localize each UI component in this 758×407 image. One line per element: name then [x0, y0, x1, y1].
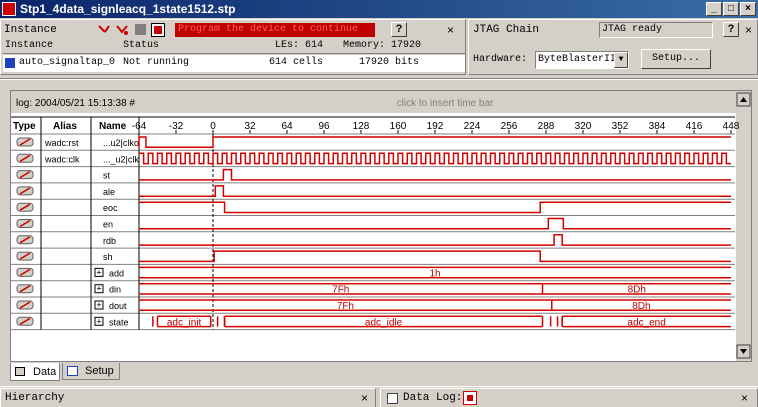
- digital-wave: [139, 250, 731, 263]
- title-bar: Stp1_4data_signleacq_1state1512.stp _ □ …: [0, 0, 758, 18]
- signal-name[interactable]: ...u2|clko: [103, 138, 139, 148]
- tab-bar: Data Setup: [10, 363, 752, 383]
- data-log-checkbox[interactable]: [387, 393, 398, 404]
- data-tab-icon: [15, 367, 25, 376]
- digital-wave: [139, 152, 731, 165]
- run-icon[interactable]: [97, 23, 111, 37]
- tab-setup-label: Setup: [85, 365, 114, 377]
- minimize-icon[interactable]: _: [706, 2, 722, 16]
- log-label: log: 2004/05/21 15:13:38 #: [16, 98, 135, 109]
- instance-row[interactable]: auto_signaltap_0 Not running 614 cells 1…: [3, 55, 465, 72]
- signal-name[interactable]: eoc: [103, 203, 118, 213]
- expand-glyph: +: [96, 300, 101, 310]
- col-les: LEs: 614: [275, 40, 324, 51]
- waveform-panel: log: 2004/05/21 15:13:38 # click to inse…: [10, 90, 752, 362]
- hardware-value: ByteBlasterII: [538, 54, 617, 65]
- bus-value: 7Fh: [337, 301, 354, 312]
- expand-glyph: +: [96, 284, 101, 294]
- bus-value: adc_idle: [365, 317, 403, 328]
- digital-wave: [138, 136, 731, 149]
- jtag-help-button[interactable]: ?: [723, 22, 739, 37]
- digital-wave: [139, 201, 731, 214]
- program-message: Program the device to continue: [175, 23, 375, 37]
- bus-value: 8Dh: [628, 285, 646, 296]
- setup-button[interactable]: Setup...: [641, 49, 711, 69]
- signal-alias: wadc:clk: [44, 154, 80, 164]
- bus-value: 1h: [429, 268, 440, 279]
- data-log-panel: Data Log: ×: [380, 388, 758, 407]
- signal-name[interactable]: st: [103, 171, 111, 181]
- col-memory: Memory: 17920: [343, 40, 422, 51]
- help-button[interactable]: ?: [391, 22, 407, 37]
- signal-alias: wadc:rst: [44, 138, 79, 148]
- instance-status: Not running: [123, 57, 190, 68]
- instance-name: auto_signaltap_0: [19, 57, 116, 68]
- window-title: Stp1_4data_signleacq_1state1512.stp: [20, 2, 236, 16]
- signal-name[interactable]: en: [103, 220, 113, 230]
- tab-data[interactable]: Data: [10, 363, 60, 381]
- instance-panel-label: Instance: [4, 24, 57, 36]
- read-data-icon[interactable]: [151, 23, 165, 37]
- data-log-close-icon[interactable]: ×: [741, 391, 748, 405]
- signal-name[interactable]: add: [109, 268, 124, 278]
- tab-data-label: Data: [33, 366, 57, 378]
- signal-name[interactable]: sh: [103, 252, 113, 262]
- bus-value: 7Fh: [332, 285, 349, 296]
- header-type: Type: [13, 121, 36, 132]
- header-alias: Alias: [53, 121, 77, 132]
- hierarchy-panel: Hierarchy ×: [0, 388, 376, 407]
- instance-memory: 17920 bits: [359, 57, 420, 68]
- col-status: Status: [123, 40, 160, 51]
- data-log-label: Data Log:: [403, 392, 463, 404]
- autorun-icon[interactable]: [115, 23, 129, 37]
- hardware-select[interactable]: ByteBlasterII ▼: [535, 51, 629, 69]
- signal-name[interactable]: dout: [109, 301, 127, 311]
- hierarchy-label: Hierarchy: [5, 392, 65, 404]
- maximize-icon[interactable]: □: [723, 2, 739, 16]
- instance-les: 614 cells: [269, 57, 324, 68]
- close-icon[interactable]: ×: [740, 2, 756, 16]
- jtag-label: JTAG Chain: [473, 24, 540, 36]
- jtag-close-icon[interactable]: ×: [745, 23, 752, 37]
- signal-name[interactable]: state: [109, 317, 129, 327]
- bus-value: 8Dh: [632, 301, 650, 312]
- digital-wave: [139, 168, 731, 181]
- instance-close-icon[interactable]: ×: [447, 23, 454, 37]
- expand-glyph: +: [96, 316, 101, 326]
- instance-panel: Instance Program the device to continue …: [0, 19, 466, 75]
- time-bar-hint[interactable]: click to insert time bar: [397, 98, 494, 109]
- instance-table-header: Instance Status LEs: 614 Memory: 17920: [3, 40, 465, 54]
- digital-wave: [139, 217, 731, 230]
- hierarchy-close-icon[interactable]: ×: [361, 391, 368, 405]
- separator: [0, 78, 758, 80]
- col-instance: Instance: [5, 40, 54, 51]
- instance-icon: [5, 58, 15, 68]
- bus-value: adc_end: [627, 317, 665, 328]
- digital-wave: [139, 185, 731, 197]
- app-icon: [2, 2, 16, 16]
- hardware-label: Hardware:: [473, 54, 528, 65]
- digital-wave: [139, 234, 731, 246]
- signal-name[interactable]: ..._u2|clk: [103, 154, 139, 164]
- tab-setup[interactable]: Setup: [62, 363, 120, 380]
- stop-icon[interactable]: [135, 24, 146, 35]
- signal-name[interactable]: rdb: [103, 236, 116, 246]
- bus-value: adc_init: [167, 317, 202, 328]
- expand-glyph: +: [96, 267, 101, 277]
- signal-name[interactable]: din: [109, 285, 121, 295]
- jtag-status: JTAG ready: [599, 22, 713, 38]
- chevron-down-icon[interactable]: ▼: [614, 52, 628, 68]
- signal-name[interactable]: ale: [103, 187, 115, 197]
- header-name: Name: [99, 121, 127, 132]
- bottom-strip: Hierarchy × Data Log: ×: [0, 386, 758, 407]
- jtag-panel: JTAG Chain JTAG ready ? × Hardware: Byte…: [468, 19, 758, 75]
- setup-tab-icon: [67, 366, 78, 376]
- data-log-icon[interactable]: [463, 391, 477, 405]
